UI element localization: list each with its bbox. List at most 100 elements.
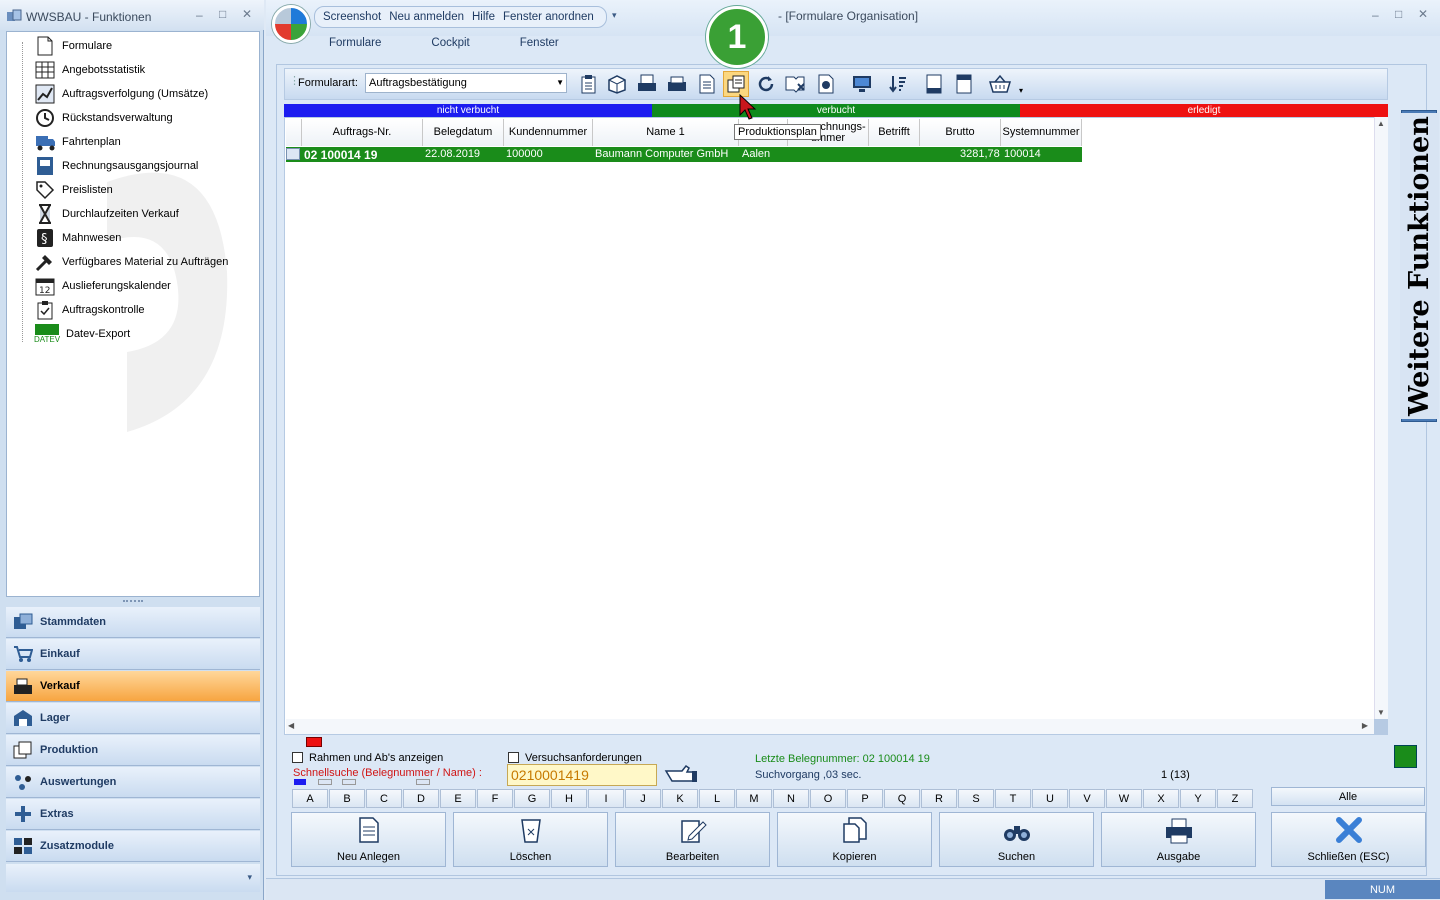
- band-verbucht[interactable]: verbucht: [652, 104, 1020, 117]
- letter-filter-y[interactable]: Y: [1180, 789, 1216, 808]
- letter-filter-c[interactable]: C: [366, 789, 402, 808]
- scroll-left-icon[interactable]: ◀: [288, 721, 294, 730]
- tree-item-fahrtenplan[interactable]: Fahrtenplan: [35, 131, 121, 153]
- tree-item-formulare[interactable]: Formulare: [35, 35, 112, 57]
- tab-cockpit[interactable]: Cockpit: [431, 37, 469, 49]
- letter-filter-i[interactable]: I: [588, 789, 624, 808]
- letter-filter-s[interactable]: S: [958, 789, 994, 808]
- nav-lager[interactable]: Lager: [6, 703, 260, 734]
- nav-stammdaten[interactable]: Stammdaten: [6, 607, 260, 638]
- close-icon[interactable]: ✕: [242, 7, 252, 21]
- letter-filter-t[interactable]: T: [995, 789, 1031, 808]
- col-auftrags-nr[interactable]: Auftrags-Nr.: [302, 119, 423, 146]
- letter-filter-r[interactable]: R: [921, 789, 957, 808]
- tree-item-angebotsstatistik[interactable]: Angebotsstatistik: [35, 59, 145, 81]
- tree-item-preislisten[interactable]: Preislisten: [35, 179, 113, 201]
- ausgabe-button[interactable]: Ausgabe: [1101, 812, 1256, 867]
- letter-filter-x[interactable]: X: [1143, 789, 1179, 808]
- box-icon[interactable]: [604, 71, 630, 97]
- chevron-down-icon[interactable]: ▼: [556, 78, 564, 87]
- col-betrifft[interactable]: Betrifft: [869, 119, 920, 146]
- letter-filter-g[interactable]: G: [514, 789, 550, 808]
- col-kundennummer[interactable]: Kundennummer: [504, 119, 593, 146]
- nav-extras[interactable]: Extras: [6, 799, 260, 830]
- versuch-checkbox[interactable]: [508, 752, 519, 763]
- nav-auswertungen[interactable]: Auswertungen: [6, 767, 260, 798]
- qa-screenshot[interactable]: Screenshot: [323, 11, 381, 23]
- tab-formulare[interactable]: Formulare: [329, 37, 381, 49]
- letter-filter-m[interactable]: M: [736, 789, 772, 808]
- clipboard-paste-icon[interactable]: [576, 71, 602, 97]
- sort-icon[interactable]: [885, 71, 911, 97]
- tree-item-datev[interactable]: DATEV Datev-Export: [34, 323, 130, 345]
- maximize-icon[interactable]: □: [1395, 7, 1402, 21]
- suchen-button[interactable]: Suchen: [939, 812, 1094, 867]
- letter-filter-k[interactable]: K: [662, 789, 698, 808]
- minimize-icon[interactable]: –: [196, 8, 203, 22]
- scroll-down-icon[interactable]: ▼: [1377, 708, 1385, 717]
- schliessen-button[interactable]: Schließen (ESC): [1271, 812, 1426, 867]
- minimize-icon[interactable]: –: [1372, 8, 1379, 22]
- maximize-icon[interactable]: □: [219, 7, 226, 21]
- nav-zusatzmodule[interactable]: Zusatzmodule: [6, 831, 260, 862]
- printer-stack-icon[interactable]: [664, 71, 690, 97]
- letter-filter-v[interactable]: V: [1069, 789, 1105, 808]
- letter-filter-b[interactable]: B: [329, 789, 365, 808]
- nav-verkauf[interactable]: Verkauf: [6, 671, 260, 702]
- weitere-funktionen-panel[interactable]: Weitere Funktionen: [1399, 110, 1439, 422]
- vertical-scrollbar[interactable]: ▲ ▼: [1374, 117, 1388, 719]
- scroll-up-icon[interactable]: ▲: [1377, 119, 1385, 128]
- rahmen-checkbox[interactable]: [292, 752, 303, 763]
- tree-item-rechnungsausgangsjournal[interactable]: Rechnungsausgangsjournal: [35, 155, 198, 177]
- letter-filter-p[interactable]: P: [847, 789, 883, 808]
- loeschen-button[interactable]: Löschen: [453, 812, 608, 867]
- toolbar-overflow-icon[interactable]: ▾: [1019, 86, 1023, 95]
- print-doc-icon[interactable]: [634, 71, 660, 97]
- letter-filter-a[interactable]: A: [292, 789, 328, 808]
- tab-fenster[interactable]: Fenster: [520, 37, 559, 49]
- tree-item-material[interactable]: Verfügbares Material zu Aufträgen: [35, 251, 228, 273]
- bearbeiten-button[interactable]: Bearbeiten: [615, 812, 770, 867]
- close-icon[interactable]: ✕: [1418, 7, 1428, 21]
- page-icon[interactable]: [694, 71, 720, 97]
- app-logo[interactable]: [272, 5, 310, 43]
- monitor-icon[interactable]: [849, 71, 875, 97]
- basket-icon[interactable]: [987, 71, 1013, 97]
- letter-filter-q[interactable]: Q: [884, 789, 920, 808]
- tree-item-mahnwesen[interactable]: § Mahnwesen: [35, 227, 121, 249]
- letter-filter-f[interactable]: F: [477, 789, 513, 808]
- letter-filter-l[interactable]: L: [699, 789, 735, 808]
- formularart-select[interactable]: Auftragsbestätigung ▼: [365, 73, 567, 93]
- letter-filter-d[interactable]: D: [403, 789, 439, 808]
- nav-produktion[interactable]: Produktion: [6, 735, 260, 766]
- band-erledigt[interactable]: erledigt: [1020, 104, 1388, 117]
- qa-fenster-anordnen[interactable]: Fenster anordnen: [503, 11, 594, 23]
- book-delete-icon[interactable]: [783, 71, 809, 97]
- qa-neu-anmelden[interactable]: Neu anmelden: [389, 11, 464, 23]
- letter-filter-w[interactable]: W: [1106, 789, 1142, 808]
- info-doc-icon[interactable]: [813, 71, 839, 97]
- col-systemnummer[interactable]: Systemnummer: [1001, 119, 1082, 146]
- table-row[interactable]: 02 100014 19 22.08.2019 100000 Baumann C…: [286, 147, 1082, 162]
- letter-filter-h[interactable]: H: [551, 789, 587, 808]
- letter-filter-e[interactable]: E: [440, 789, 476, 808]
- letter-filter-j[interactable]: J: [625, 789, 661, 808]
- band-nicht-verbucht[interactable]: nicht verbucht: [284, 104, 652, 117]
- neu-anlegen-button[interactable]: Neu Anlegen: [291, 812, 446, 867]
- tree-item-auftragsverfolgung[interactable]: Auftragsverfolgung (Umsätze): [35, 83, 208, 105]
- scroll-right-icon[interactable]: ▶: [1362, 721, 1368, 730]
- letter-filter-u[interactable]: U: [1032, 789, 1068, 808]
- kopieren-button[interactable]: Kopieren: [777, 812, 932, 867]
- tree-item-auftragskontrolle[interactable]: Auftragskontrolle: [35, 299, 145, 321]
- col-name1[interactable]: Name 1: [593, 119, 739, 146]
- nav-einkauf[interactable]: Einkauf: [6, 639, 260, 670]
- qa-dropdown-icon[interactable]: ▾: [612, 10, 617, 21]
- tree-item-rueckstand[interactable]: Rückstandsverwaltung: [35, 107, 173, 129]
- nav-footer[interactable]: ▾: [6, 864, 260, 892]
- letter-filter-o[interactable]: O: [810, 789, 846, 808]
- panel-splitter[interactable]: [6, 598, 260, 606]
- tree-item-durchlaufzeiten[interactable]: Durchlaufzeiten Verkauf: [35, 203, 179, 225]
- alle-button[interactable]: Alle: [1271, 787, 1425, 806]
- horizontal-scrollbar[interactable]: ◀ ▶: [286, 719, 1374, 734]
- panel-bottom-icon[interactable]: [921, 71, 947, 97]
